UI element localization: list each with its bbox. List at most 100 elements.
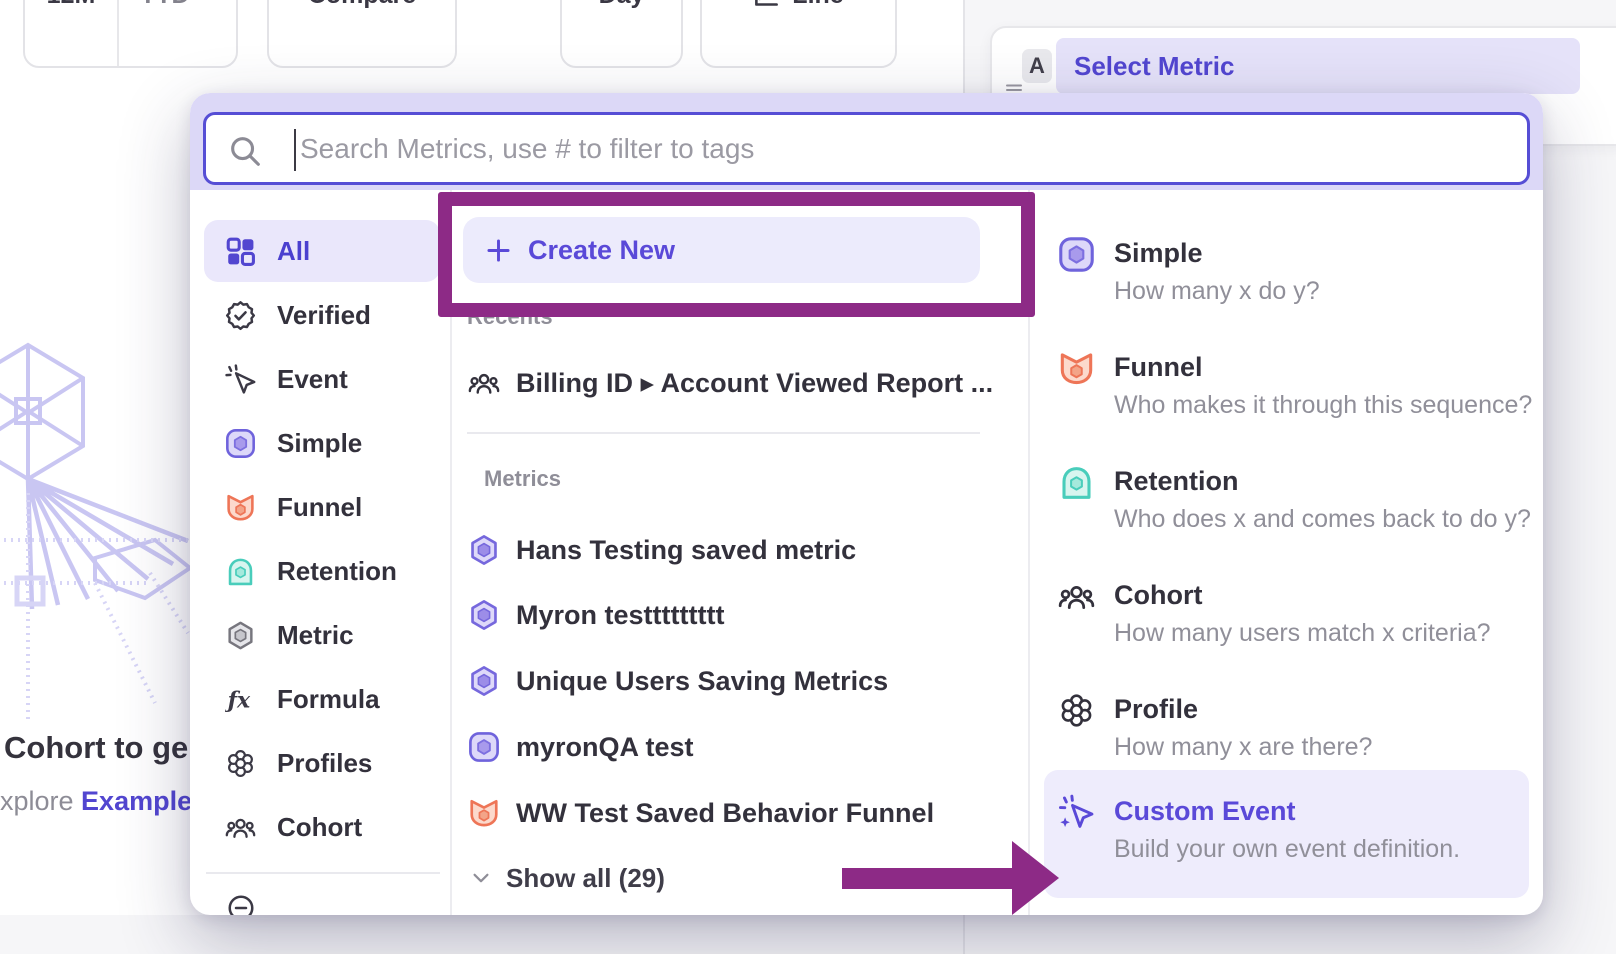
funnel-icon: [1058, 350, 1095, 387]
type-option-simple[interactable]: Simple How many x do y?: [1044, 236, 1529, 326]
metric-list-item[interactable]: Hans Testing saved metric: [468, 528, 1008, 572]
type-title: Custom Event: [1114, 796, 1296, 827]
sidebar-item-label: Formula: [277, 684, 380, 715]
recents-label-text: Recents: [467, 304, 553, 329]
metric-picker-modal: All Verified Event Simple Funnel Retenti…: [190, 93, 1543, 915]
type-description: Who makes it through this sequence?: [1114, 391, 1532, 420]
range-12m-label: 12M: [47, 0, 96, 10]
sidebar-item-label: Verified: [277, 300, 371, 331]
recent-item[interactable]: Billing ID ▸ Account Viewed Report ...: [468, 361, 1008, 405]
text-caret: [294, 129, 296, 171]
show-all-toggle[interactable]: Show all (29): [470, 858, 665, 898]
metrics-label-text: Metrics: [484, 466, 561, 491]
compare-button[interactable]: Compare: [267, 0, 457, 68]
chevron-down-icon: [470, 867, 492, 889]
type-title: Profile: [1114, 694, 1198, 725]
simple-metric-icon: [1058, 236, 1095, 273]
line-chart-icon: [753, 0, 780, 9]
type-description: How many users match x criteria?: [1114, 619, 1491, 648]
custom-event-sparkle-cursor-icon: [1058, 794, 1095, 831]
heading-text: Cohort to ge: [4, 730, 188, 765]
show-all-label: Show all (29): [506, 863, 665, 894]
sidebar-item-label: All: [277, 236, 310, 267]
range-ytd-label: YTD: [140, 0, 190, 10]
sidebar-item-verified[interactable]: Verified: [204, 284, 440, 346]
type-option-retention[interactable]: Retention Who does x and comes back to d…: [1044, 464, 1529, 554]
saved-metric-hexagon-icon: [468, 534, 500, 566]
sidebar-item-label: Cohort: [277, 812, 362, 843]
sidebar-item-event[interactable]: Event: [204, 348, 440, 410]
line-label: Line: [792, 0, 843, 10]
metric-item-label: Myron testtttttttt: [516, 600, 724, 631]
day-label: Day: [599, 0, 645, 10]
sidebar-item-label: Metric: [277, 620, 354, 651]
simple-metric-icon: [468, 731, 500, 763]
sidebar-item-label: Profiles: [277, 748, 372, 779]
column-divider: [1028, 190, 1030, 915]
type-description: How many x do y?: [1114, 277, 1320, 306]
saved-metric-hexagon-icon: [468, 665, 500, 697]
cohort-people-icon: [225, 812, 256, 843]
sidebar-item-label: Event: [277, 364, 348, 395]
sidebar-item-formula[interactable]: Formula: [204, 668, 440, 730]
funnel-icon: [468, 797, 500, 829]
metric-hexagon-icon: [225, 620, 256, 651]
type-title: Cohort: [1114, 580, 1202, 611]
sidebar-item-profiles[interactable]: Profiles: [204, 732, 440, 794]
partial-sidebar-item-icon: [226, 893, 256, 915]
sidebar-item-label: Simple: [277, 428, 362, 459]
retention-icon: [1058, 464, 1095, 501]
metrics-section-label: Metrics: [484, 466, 561, 492]
type-title: Simple: [1114, 238, 1203, 269]
select-metric-field[interactable]: Select Metric: [1056, 38, 1580, 94]
type-option-custom-event[interactable]: Custom Event Build your own event defini…: [1044, 770, 1529, 898]
sidebar-item-label: Retention: [277, 556, 397, 587]
type-option-cohort[interactable]: Cohort How many users match x criteria?: [1044, 578, 1529, 668]
cohort-people-icon: [1058, 578, 1095, 615]
metric-list-item[interactable]: Unique Users Saving Metrics: [468, 659, 1008, 703]
type-option-funnel[interactable]: Funnel Who makes it through this sequenc…: [1044, 350, 1529, 440]
verified-badge-icon: [225, 300, 256, 331]
date-range-control: 12M YTD: [23, 0, 238, 68]
series-letter: A: [1029, 53, 1045, 79]
chevron-down-icon: [198, 0, 216, 4]
type-description: Build your own event definition.: [1114, 835, 1460, 864]
metric-list-item[interactable]: WW Test Saved Behavior Funnel: [468, 791, 1008, 835]
create-new-button[interactable]: Create New: [463, 217, 980, 283]
example-link[interactable]: Example: [81, 786, 190, 816]
sidebar-item-simple[interactable]: Simple: [204, 412, 440, 474]
section-divider: [467, 432, 980, 434]
grid-icon: [225, 236, 256, 267]
metric-item-label: WW Test Saved Behavior Funnel: [516, 798, 934, 829]
sidebar-item-metric[interactable]: Metric: [204, 604, 440, 666]
metric-list-item[interactable]: Myron testtttttttt: [468, 593, 1008, 637]
compare-label: Compare: [308, 0, 416, 10]
sidebar-item-retention[interactable]: Retention: [204, 540, 440, 602]
metric-item-label: Unique Users Saving Metrics: [516, 666, 888, 697]
sidebar-item-funnel[interactable]: Funnel: [204, 476, 440, 538]
profiles-cluster-icon: [225, 748, 256, 779]
simple-metric-icon: [225, 428, 256, 459]
range-ytd-button[interactable]: YTD: [119, 0, 236, 66]
chart-type-line-button[interactable]: Line: [700, 0, 897, 68]
type-description: Who does x and comes back to do y?: [1114, 505, 1531, 534]
decorative-wireframe-illustration: [0, 333, 190, 728]
type-option-profile[interactable]: Profile How many x are there?: [1044, 692, 1529, 782]
recent-item-label: Billing ID ▸ Account Viewed Report ...: [516, 368, 993, 399]
profiles-cluster-icon: [1058, 692, 1095, 729]
sidebar-item-all[interactable]: All: [204, 220, 440, 282]
sidebar-divider: [206, 872, 440, 874]
empty-state-subtext: xplore Example: [0, 786, 190, 817]
metric-item-label: myronQA test: [516, 732, 694, 763]
search-input[interactable]: [206, 115, 1527, 182]
metric-list-item[interactable]: myronQA test: [468, 725, 1008, 769]
empty-state-heading: Cohort to ge: [4, 730, 190, 766]
plus-icon: [485, 237, 512, 264]
range-12m-button[interactable]: 12M: [25, 0, 117, 66]
sidebar-item-label: Funnel: [277, 492, 362, 523]
formula-fx-icon: [225, 684, 256, 715]
select-metric-label: Select Metric: [1074, 51, 1234, 82]
sidebar-item-cohort[interactable]: Cohort: [204, 796, 440, 858]
interval-day-button[interactable]: Day: [560, 0, 683, 68]
type-description: How many x are there?: [1114, 733, 1372, 762]
